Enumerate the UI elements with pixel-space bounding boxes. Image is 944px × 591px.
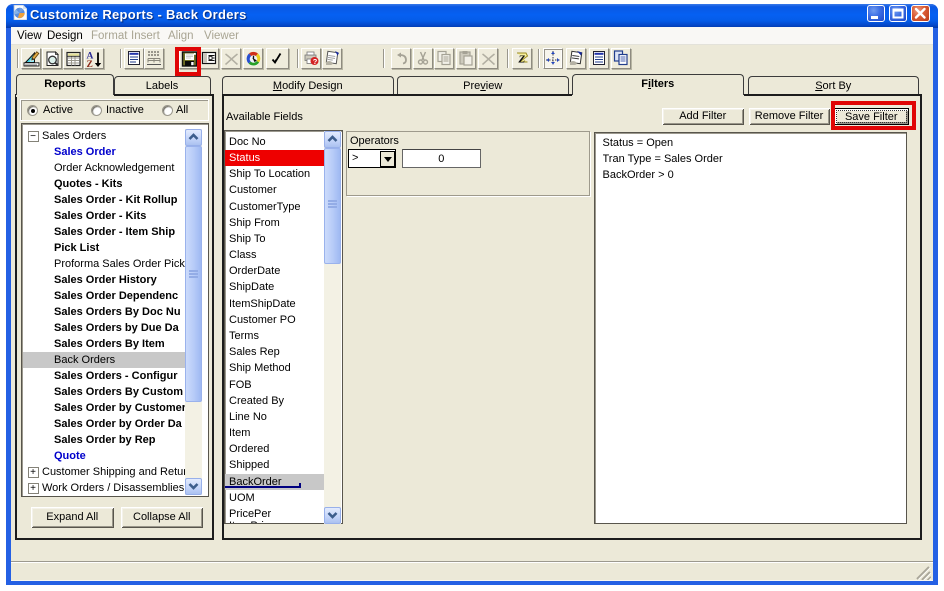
svg-text:?: ? <box>313 57 318 66</box>
svg-text:Z: Z <box>518 54 526 66</box>
svg-text:Z: Z <box>87 60 93 68</box>
